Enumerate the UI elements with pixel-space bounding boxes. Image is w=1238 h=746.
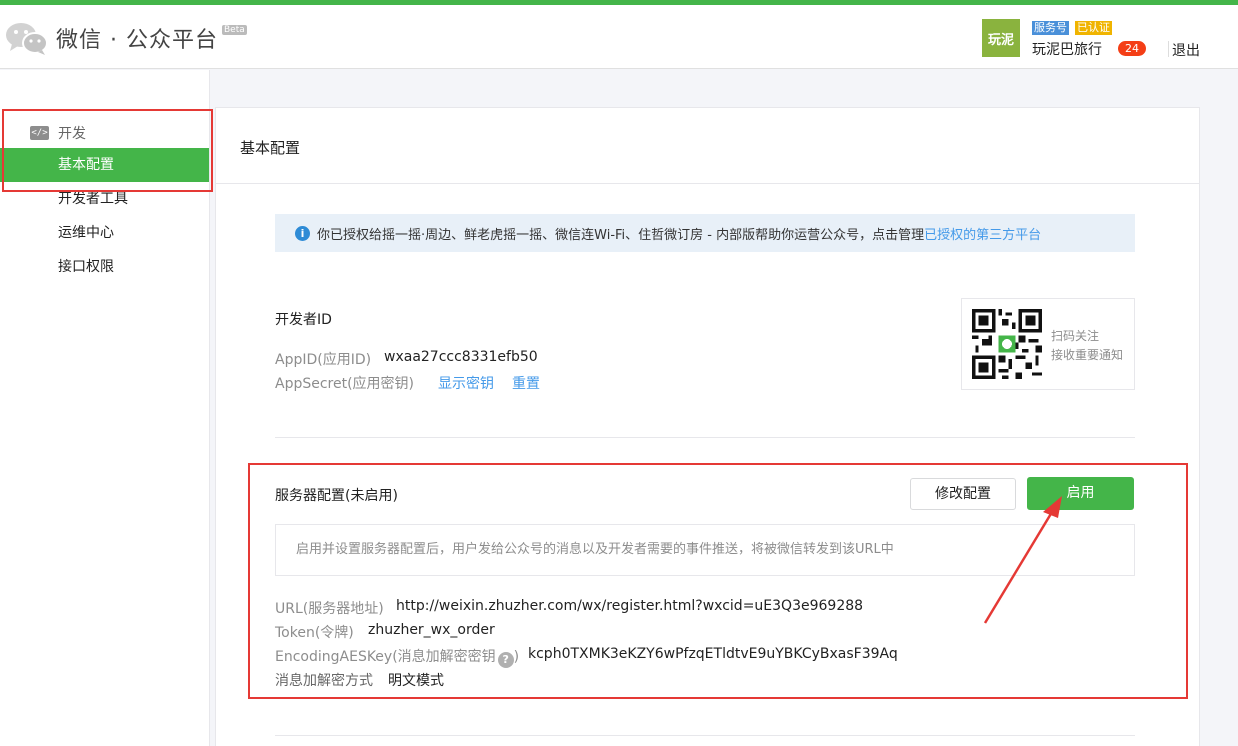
section-divider: [275, 437, 1135, 438]
account-area: 玩泥 服务号 已认证 玩泥巴旅行 24 退出: [982, 19, 1232, 65]
sidebar-item-api-permissions[interactable]: 接口权限: [0, 250, 209, 284]
beta-badge: Beta: [221, 25, 247, 35]
header: 微信 · 公众平台 Beta 玩泥 服务号 已认证 玩泥巴旅行 24 退出: [0, 5, 1238, 69]
reset-secret-link[interactable]: 重置: [512, 373, 540, 393]
annotation-box-server-config: [248, 463, 1188, 699]
avatar[interactable]: 玩泥: [982, 19, 1020, 57]
verified-tag: 已认证: [1075, 21, 1112, 35]
show-secret-link[interactable]: 显示密钥: [438, 373, 494, 393]
notification-badge[interactable]: 24: [1118, 41, 1146, 56]
bottom-divider: [275, 735, 1135, 736]
appid-value: wxaa27ccc8331efb50: [384, 349, 538, 365]
wechat-logo-icon: [4, 19, 50, 57]
sidebar-item-ops-center[interactable]: 运维中心: [0, 216, 209, 250]
qr-caption-line2: 接收重要通知: [1051, 348, 1124, 362]
logout-link[interactable]: 退出: [1172, 40, 1200, 60]
developer-id-title: 开发者ID: [275, 312, 332, 328]
info-icon: i: [295, 225, 310, 241]
authorization-notice: i 你已授权给摇一摇·周边、鲜老虎摇一摇、微信连Wi-Fi、住哲微订房 - 内部…: [275, 214, 1135, 252]
qr-caption-line1: 扫码关注: [1051, 329, 1100, 343]
service-account-tag: 服务号: [1032, 21, 1069, 35]
notice-text: 你已授权给摇一摇·周边、鲜老虎摇一摇、微信连Wi-Fi、住哲微订房 - 内部版帮…: [317, 227, 925, 243]
appid-label: AppID(应用ID): [275, 352, 372, 368]
header-separator: [1168, 41, 1169, 57]
appsecret-label: AppSecret(应用密钥): [275, 376, 415, 392]
qr-code-icon: [972, 309, 1042, 379]
account-name[interactable]: 玩泥巴旅行: [1032, 39, 1102, 59]
platform-title: 微信 · 公众平台: [56, 28, 218, 53]
title-divider: [216, 183, 1199, 184]
annotation-box-sidebar: [2, 109, 213, 192]
qr-code-box: 扫码关注 接收重要通知: [961, 298, 1135, 390]
logo[interactable]: 微信 · 公众平台 Beta: [4, 19, 247, 57]
third-party-platform-link[interactable]: 已授权的第三方平台: [924, 224, 1041, 243]
page-title: 基本配置: [240, 139, 301, 157]
